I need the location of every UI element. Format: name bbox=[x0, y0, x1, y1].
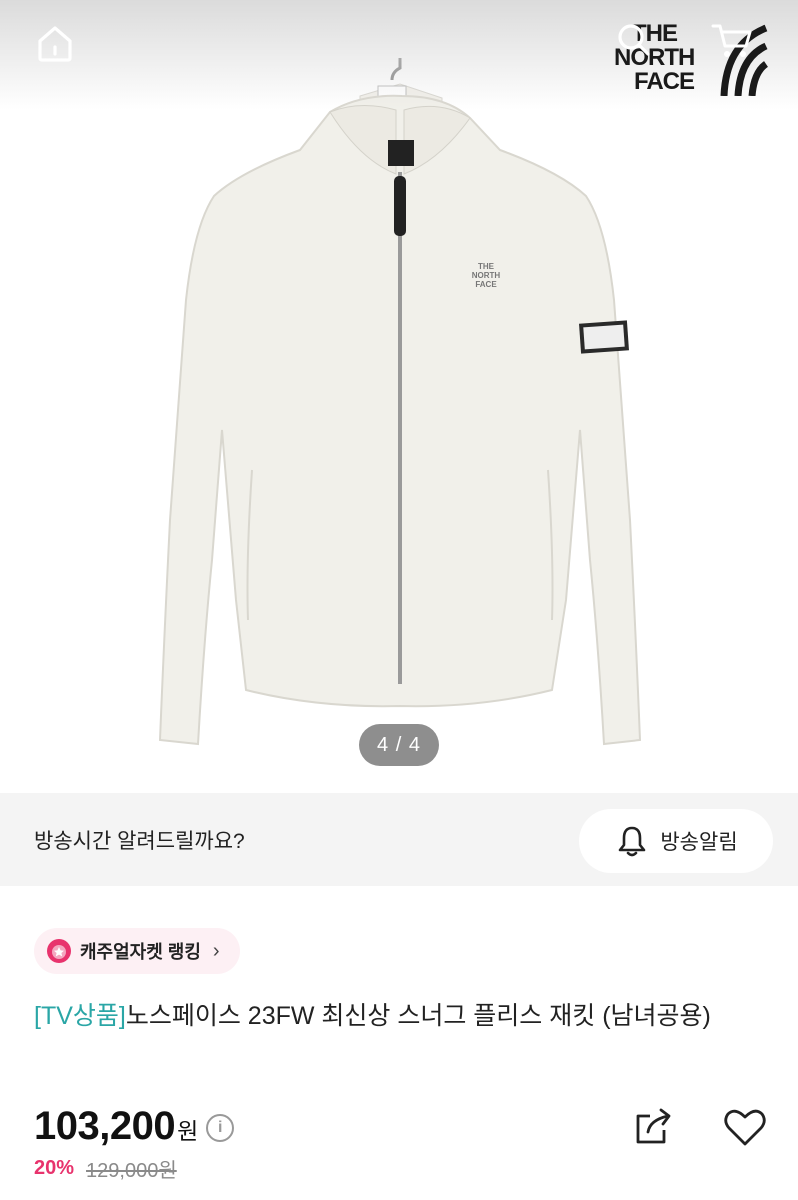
currency-unit: 원 bbox=[177, 1118, 199, 1144]
cart-button[interactable] bbox=[708, 18, 756, 62]
broadcast-alert-button[interactable]: 방송알림 bbox=[579, 809, 773, 873]
ranking-label: 캐주얼자켓 랭킹 bbox=[80, 942, 201, 962]
category-ranking-chip[interactable]: 캐주얼자켓 랭킹 › bbox=[34, 928, 240, 974]
product-image bbox=[158, 58, 642, 746]
home-button[interactable] bbox=[30, 18, 80, 68]
title-text: 노스페이스 23FW 최신상 스너그 플리스 재킷 (남녀공용) bbox=[125, 1002, 711, 1030]
heart-icon bbox=[724, 1109, 766, 1146]
sale-price: 103,200 bbox=[34, 1103, 176, 1148]
original-price: 129,000원 bbox=[86, 1160, 177, 1182]
search-icon bbox=[618, 24, 650, 56]
share-button[interactable] bbox=[630, 1104, 676, 1150]
title-tag: [TV상품] bbox=[34, 1002, 126, 1030]
price-row: 103,200 원 i bbox=[34, 1100, 235, 1152]
like-button[interactable] bbox=[720, 1104, 770, 1150]
discount-rate: 20% bbox=[34, 1157, 75, 1179]
search-button[interactable] bbox=[612, 18, 656, 62]
price-info-icon[interactable]: i bbox=[206, 1114, 235, 1142]
broadcast-prompt: 방송시간 알려드릴까요? bbox=[34, 830, 245, 853]
image-counter: 4 / 4 bbox=[359, 724, 439, 766]
chevron-right-icon: › bbox=[212, 939, 220, 962]
discount-row: 20% 129,000원 bbox=[34, 1154, 177, 1183]
medal-icon bbox=[47, 939, 71, 963]
bell-icon bbox=[619, 826, 646, 857]
share-icon bbox=[636, 1108, 671, 1144]
cart-icon bbox=[711, 24, 752, 57]
home-icon bbox=[38, 26, 72, 62]
product-image-gallery[interactable]: THE NORTH FACE THE NORTH FACE 4 / 4 bbox=[0, 0, 798, 793]
jacket-chest-logo: THE NORTH FACE bbox=[471, 262, 501, 289]
broadcast-button-label: 방송알림 bbox=[660, 831, 738, 854]
product-title: [TV상품]노스페이스 23FW 최신상 스너그 플리스 재킷 (남녀공용) bbox=[34, 996, 774, 1036]
top-navigation-bar: THE NORTH FACE bbox=[0, 0, 798, 96]
